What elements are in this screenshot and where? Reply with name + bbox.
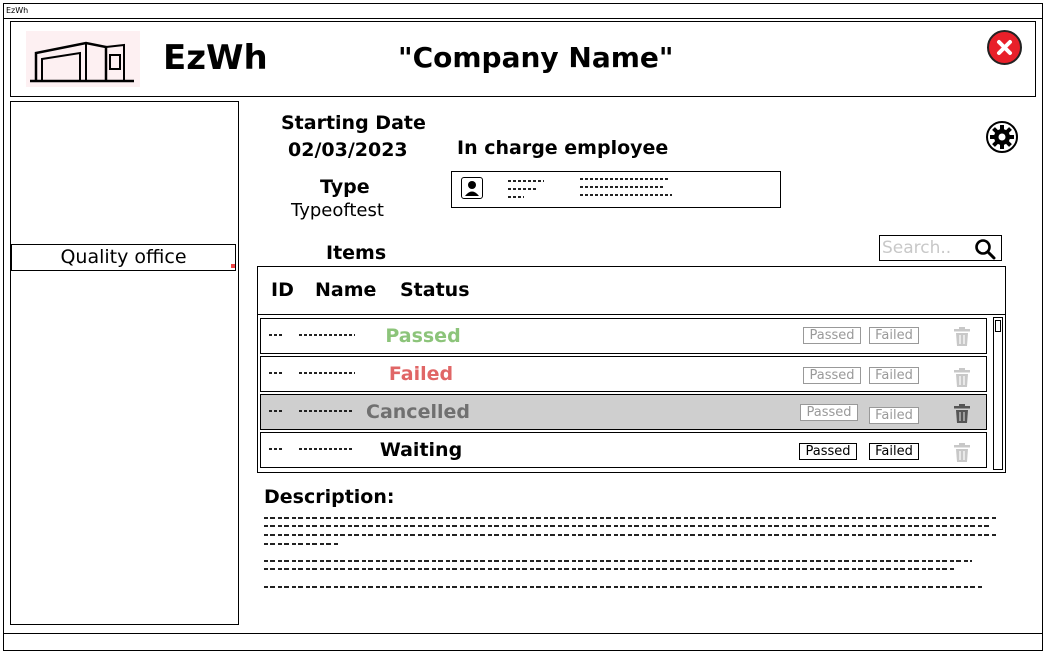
trash-icon[interactable] [953, 443, 971, 463]
close-icon [997, 40, 1012, 55]
close-button[interactable] [987, 30, 1022, 65]
gear-icon [986, 121, 1018, 153]
trash-icon[interactable] [953, 327, 971, 347]
type-label: Type [320, 176, 370, 198]
search-icon[interactable] [974, 238, 996, 260]
window-title: EzWh [3, 3, 1043, 19]
type-value: Typeoftest [291, 200, 384, 221]
trash-icon[interactable] [953, 368, 971, 388]
table-row[interactable]: Passed Passed Failed [260, 318, 987, 354]
sidebar [10, 101, 239, 625]
mark-failed-button[interactable]: Failed [869, 443, 919, 460]
items-label: Items [326, 242, 387, 264]
app-name: EzWh [163, 38, 268, 78]
table-row[interactable]: Waiting Passed Failed [260, 432, 987, 468]
mark-passed-button[interactable]: Passed [800, 404, 858, 421]
column-header-name[interactable]: Name [315, 277, 376, 303]
column-header-status[interactable]: Status [400, 277, 470, 303]
search-box [879, 235, 1002, 261]
settings-button[interactable] [986, 121, 1018, 153]
table-row[interactable]: Failed Passed Failed [260, 356, 987, 392]
mark-passed-button[interactable]: Passed [803, 367, 861, 384]
column-header-id[interactable]: ID [271, 277, 294, 303]
trash-icon[interactable] [953, 404, 971, 424]
status-bar [3, 633, 1043, 651]
table-row-selected[interactable]: Cancelled Passed Failed [260, 394, 987, 430]
status-text: Passed [385, 325, 461, 347]
employee-card[interactable] [451, 171, 781, 208]
mark-passed-button[interactable]: Passed [803, 327, 861, 344]
warehouse-logo [26, 31, 140, 87]
company-name: "Company Name" [398, 41, 674, 74]
mark-failed-button[interactable]: Failed [869, 367, 919, 384]
status-text: Waiting [379, 439, 463, 461]
starting-date-value: 02/03/2023 [288, 139, 408, 161]
search-input[interactable] [882, 237, 974, 259]
mark-failed-button[interactable]: Failed [869, 327, 919, 344]
resize-handle [231, 264, 235, 268]
status-text: Cancelled [366, 401, 470, 423]
status-text: Failed [388, 363, 454, 385]
table-scrollbar[interactable] [993, 317, 1003, 470]
employee-label: In charge employee [457, 137, 669, 159]
mark-failed-button[interactable]: Failed [869, 407, 919, 424]
description-label: Description: [264, 486, 395, 508]
scroll-thumb[interactable] [995, 320, 1001, 332]
starting-date-label: Starting Date [281, 112, 426, 134]
sidebar-item-quality-office[interactable]: Quality office [11, 244, 236, 271]
mark-passed-button[interactable]: Passed [799, 443, 857, 460]
user-icon [461, 177, 483, 199]
